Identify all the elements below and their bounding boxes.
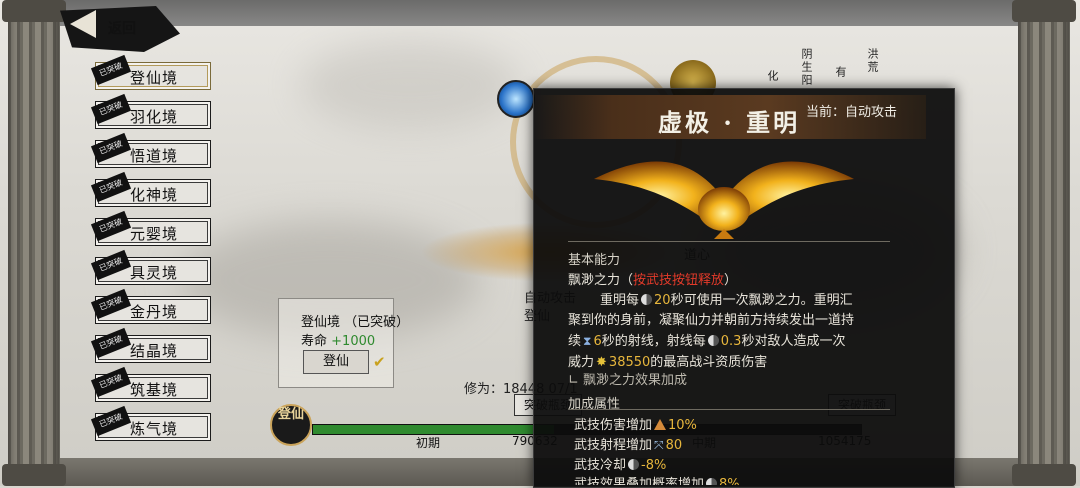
skill-hint: 按武技按钮释放 <box>633 273 725 288</box>
realm-item-jindan[interactable]: 已突破 金丹境 <box>90 288 211 324</box>
realm-label: 筑基境 <box>130 381 179 399</box>
cooldown-icon <box>628 459 640 470</box>
right-scroll-pillar <box>1012 0 1076 486</box>
desc-line-1: 重明每 20秒可使用一次飘渺之力。重明汇 <box>600 289 853 308</box>
realm-label: 化神境 <box>130 186 179 204</box>
vertical-text: 化 <box>766 70 779 83</box>
badge-text: 登仙 <box>277 407 304 422</box>
realm-info-box: 登仙境 （已突破） 寿命 +1000 登仙 ✔ <box>278 298 409 388</box>
realm-item-juling[interactable]: 已突破 具灵境 <box>90 249 211 285</box>
realm-item-huashen[interactable]: 已突破 化神境 <box>90 171 211 207</box>
power-value: 38550 <box>608 355 651 370</box>
skill-title: 虚极 · 重明 <box>658 108 801 137</box>
bonus-value: 8% <box>719 477 740 485</box>
desc-text: 的最高战斗资质伤害 <box>650 355 768 370</box>
ascend-button[interactable]: 登仙 <box>303 350 369 374</box>
realm-label: 炼气境 <box>130 420 179 438</box>
left-scroll-pillar <box>2 0 66 486</box>
desc-text: 秒对敌人造成一次 <box>741 334 846 349</box>
duration-value: 6 <box>593 334 602 349</box>
scroll-top-edge <box>60 0 1018 26</box>
check-icon: ✔ <box>373 353 386 371</box>
realm-item-yuhua[interactable]: 已突破 羽化境 <box>90 93 211 129</box>
realm-label: 结晶境 <box>130 342 179 360</box>
desc-text: 威力 <box>568 355 595 370</box>
desc-line-2: 聚到你的身前，凝聚仙力并朝前方持续发出一道持 <box>568 313 855 328</box>
pillar-cap <box>2 0 66 22</box>
skill-tooltip-panel: 虚极 · 重明 当前：自动攻击 基本能力 飘渺之力（按武技按钮释放） 重明每 20… <box>533 88 955 488</box>
power-burst-icon: ✸ <box>596 355 607 370</box>
range-icon: ⤧ <box>654 438 664 452</box>
lifespan-value: +1000 <box>331 334 376 349</box>
bonus-row: 武技伤害增加 10% <box>574 414 697 433</box>
realm-item-lianqi[interactable]: 已突破 炼气境 <box>90 405 211 441</box>
desc-text: 续 <box>568 334 582 349</box>
back-button[interactable]: 返回 <box>60 6 180 52</box>
bonus-value: 10% <box>668 418 697 433</box>
realm-label: 元婴境 <box>130 225 179 243</box>
stage-label-early: 初期 <box>416 436 441 450</box>
back-arrow-icon <box>70 10 96 38</box>
bonus-label: 武技射程增加 <box>574 438 653 453</box>
interval-value: 0.3 <box>720 334 742 349</box>
divider <box>568 241 890 242</box>
timer-icon <box>641 294 653 305</box>
desc-line-3: 续 ⧗ 6秒的射线，射线每 0.3秒对敌人造成一次 <box>568 330 845 349</box>
hourglass-icon: ⧗ <box>583 334 592 348</box>
vertical-text: 洪荒 <box>866 48 879 74</box>
bonus-label: 武技伤害增加 <box>574 418 653 433</box>
lifespan-line: 寿命 +1000 <box>301 330 375 349</box>
realm-label: 登仙境 <box>130 69 179 87</box>
skill-name: 飘渺之力 <box>568 273 621 288</box>
pillar-cap <box>1012 0 1076 22</box>
realm-item-yuanying[interactable]: 已突破 元婴境 <box>90 210 211 246</box>
vertical-text: 有 <box>834 66 847 79</box>
realm-item-wudao[interactable]: 已突破 悟道境 <box>90 132 211 168</box>
lifespan-label: 寿命 <box>301 334 328 349</box>
realm-item-dengxian[interactable]: 已突破 登仙境 <box>90 54 211 90</box>
damage-icon <box>654 419 667 430</box>
bonus-label: 武技冷却 <box>574 458 627 473</box>
effect-bonus-note: ∟ 飘渺之力效果加成 <box>568 373 688 388</box>
bonus-value: -8% <box>641 458 667 473</box>
divider <box>568 409 890 410</box>
pillar-cap <box>1012 464 1076 486</box>
pillar-cap <box>2 464 66 486</box>
stack-icon <box>706 478 718 485</box>
realm-item-jiejing[interactable]: 已突破 结晶境 <box>90 327 211 363</box>
section-basic: 基本能力 <box>568 253 621 268</box>
skill-name-line: 飘渺之力（按武技按钮释放） <box>568 273 738 288</box>
desc-text: 秒可使用一次飘渺之力。重明汇 <box>670 293 853 308</box>
timer-icon <box>707 335 719 346</box>
cooldown-value: 20 <box>654 293 671 308</box>
realm-label: 金丹境 <box>130 303 179 321</box>
spirit-skill-icon[interactable] <box>497 80 535 118</box>
desc-text: 重明每 <box>600 293 640 308</box>
realm-status-title: 登仙境 （已突破） <box>301 315 410 330</box>
bonus-row: 武技冷却 -8% <box>574 454 666 473</box>
bonus-row: 武技效果叠加概率增加 8% <box>574 473 740 485</box>
bonus-label: 武技效果叠加概率增加 <box>574 477 705 485</box>
mist-cloud <box>300 40 520 130</box>
progress-fill <box>313 425 555 434</box>
realm-label: 悟道境 <box>130 147 179 165</box>
current-mode: 当前：自动攻击 <box>806 105 898 120</box>
vertical-text: 阴生阳 <box>800 48 813 87</box>
realm-item-zhuji[interactable]: 已突破 筑基境 <box>90 366 211 402</box>
phoenix-icon <box>594 161 854 239</box>
realm-label: 具灵境 <box>130 264 179 282</box>
realm-label: 羽化境 <box>130 108 179 126</box>
bonus-row: 武技射程增加 ⤧ 80 <box>574 434 682 453</box>
desc-text: 秒的射线，射线每 <box>601 334 706 349</box>
dengxian-badge-icon: 登仙 <box>270 404 312 446</box>
desc-line-4: 威力 ✸ 38550的最高战斗资质伤害 <box>568 351 767 370</box>
bonus-value: 80 <box>665 438 683 453</box>
back-label: 返回 <box>108 21 136 37</box>
